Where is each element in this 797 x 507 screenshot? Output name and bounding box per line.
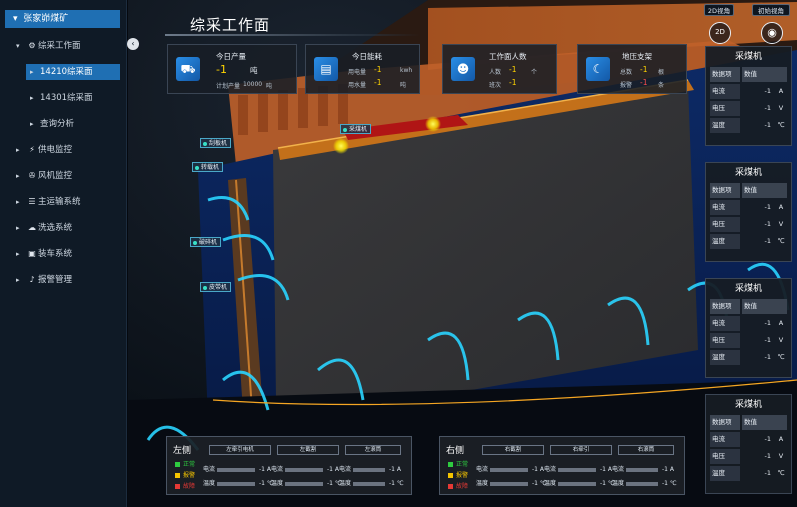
legend-normal: 正常	[448, 459, 468, 468]
sidebar-item-alarm[interactable]: ▸ ♪ 报警管理	[16, 272, 72, 288]
shearer-panel-1: 采煤机 数据项 数值 电流 -1 A 电压 -1 V 温度 -1 ℃	[705, 46, 792, 146]
sidebar-item-working-face[interactable]: ▾ ⚙ 综采工作面	[16, 38, 81, 54]
stat-card-energy: ▤ 今日能耗 用电量 -1 kwh 用水量 -1 吨	[305, 44, 420, 94]
gear-icon: ⚙	[28, 41, 36, 50]
sidebar-item-14301[interactable]: ▸ 14301综采面	[30, 90, 93, 106]
sidebar-item-14210[interactable]: ▸ 14210综采面	[26, 64, 120, 80]
left-side-panel: 左侧 正常 报警 故障 左牵引电机 电流 -1 A 温度 -1 ℃ 左截割 电流 -1…	[166, 436, 412, 495]
sidebar-item-query[interactable]: ▸ 查询分析	[30, 116, 74, 132]
scene-tag-scraper[interactable]: 刮板机	[200, 138, 232, 148]
fan-icon: ✇	[28, 171, 36, 180]
wash-icon: ☁	[28, 223, 36, 232]
sidebar-item-power[interactable]: ▸ ⚡ 供电监控	[16, 142, 72, 158]
chevron-right-icon: ▸	[16, 146, 20, 154]
title-underline	[165, 34, 420, 36]
left-drum-subpanel: 左滚筒 电流 -1 A 温度 -1 ℃	[339, 445, 404, 487]
stat-card-output: ⛟ 今日产量 -1 吨 计划产量 10000 吨	[167, 44, 297, 94]
shearer-panel-3: 采煤机 数据项 数值 电流 -1 A 电压 -1 V 温度 -1 ℃	[705, 278, 792, 378]
page-title: 综采工作面	[190, 16, 271, 34]
conveyor-icon: ☰	[28, 197, 36, 206]
scene-tag-loader[interactable]: 转载机	[192, 162, 224, 172]
bell-icon: ♪	[29, 275, 35, 284]
chevron-right-icon: ▸	[30, 120, 34, 128]
right-side-panel: 右侧 正常 报警 故障 右截割 电流 -1 A 温度 -1 ℃ 右牵引 电流 -1 A…	[439, 436, 685, 495]
legend-warning: 报警	[175, 470, 195, 479]
right-drum-subpanel: 右滚筒 电流 -1 A 温度 -1 ℃	[612, 445, 677, 487]
rotate-2d-icon[interactable]: 2D	[709, 22, 731, 44]
cart-icon: ⛟	[176, 57, 200, 81]
sidebar-item-loading[interactable]: ▸ ▣ 装车系统	[16, 246, 72, 262]
chevron-right-icon: ▸	[16, 224, 20, 232]
chevron-right-icon: ▸	[16, 250, 20, 258]
worker-icon: ☻	[451, 57, 475, 81]
legend-warning: 报警	[448, 470, 468, 479]
chevron-down-icon: ▾	[16, 42, 20, 50]
reset-view-button[interactable]: 初始视角	[752, 4, 790, 16]
chevron-right-icon: ▸	[30, 94, 34, 102]
scene-tag-crusher[interactable]: 破碎机	[190, 237, 222, 247]
lightning-icon: ⚡	[29, 145, 35, 154]
legend-normal: 正常	[175, 459, 195, 468]
stat-card-supports: ☾ 地压支架 总数 -1 根 报警 -1 条	[577, 44, 687, 94]
legend-fault: 故障	[175, 481, 195, 490]
support-icon: ☾	[586, 57, 610, 81]
sidebar-item-wash[interactable]: ▸ ☁ 洗选系统	[16, 220, 72, 236]
view-2d-button[interactable]: 2D视角	[704, 4, 734, 16]
legend-fault: 故障	[448, 481, 468, 490]
sidebar: ▾ 张家峁煤矿 ▾ ⚙ 综采工作面 ▸ 14210综采面 ▸ 14301综采面 ▸ 查询分…	[0, 0, 127, 507]
sidebar-item-fan[interactable]: ▸ ✇ 风机监控	[16, 168, 72, 184]
shearer-panel-4: 采煤机 数据项 数值 电流 -1 A 电压 -1 V 温度 -1 ℃	[705, 394, 792, 494]
sidebar-item-transport[interactable]: ▸ ☰ 主运输系统	[16, 194, 81, 210]
eye-icon[interactable]: ◉	[761, 22, 783, 44]
truck-icon: ▣	[28, 249, 36, 258]
scene-tag-belt[interactable]: 皮带机	[200, 282, 232, 292]
chart-icon: ▤	[314, 57, 338, 81]
chevron-right-icon: ▸	[16, 172, 20, 180]
sidebar-root-mine[interactable]: ▾ 张家峁煤矿	[5, 10, 120, 28]
scene-tag-shearer[interactable]: 采煤机	[340, 124, 372, 134]
chevron-right-icon: ▸	[16, 276, 20, 284]
stat-card-workers: ☻ 工作面人数 人数 -1 个 班次 -1	[442, 44, 557, 94]
chevron-right-icon: ▸	[16, 198, 20, 206]
shearer-panel-2: 采煤机 数据项 数值 电流 -1 A 电压 -1 V 温度 -1 ℃	[705, 162, 792, 262]
collapse-arrow-icon: ▾	[13, 14, 18, 24]
sidebar-collapse-icon[interactable]: ‹	[127, 38, 139, 50]
chevron-right-icon: ▸	[30, 68, 34, 76]
